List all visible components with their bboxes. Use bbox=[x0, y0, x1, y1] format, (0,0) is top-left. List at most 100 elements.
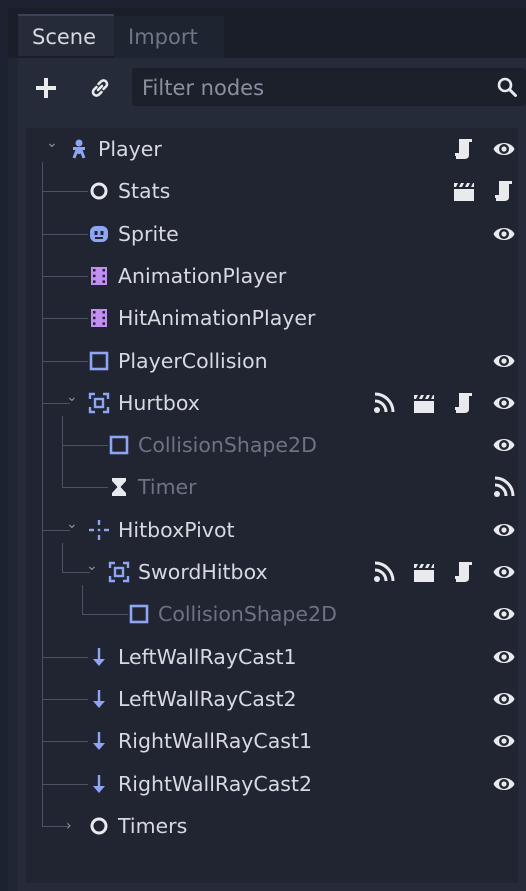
animation-player-icon bbox=[88, 307, 110, 329]
tree-row-rightwallraycast2[interactable]: RightWallRayCast2 bbox=[26, 763, 516, 805]
visibility-eye-icon[interactable] bbox=[492, 137, 516, 161]
dock-menu-icon[interactable]: ⋮ bbox=[518, 22, 526, 44]
tree-row-stats[interactable]: Stats bbox=[26, 170, 516, 212]
tree-row-timer[interactable]: Timer bbox=[26, 466, 516, 508]
area2d-icon bbox=[88, 392, 110, 414]
tree-guide-line bbox=[42, 656, 88, 658]
tree-guide-line bbox=[42, 360, 88, 362]
raycast-arrow-icon bbox=[88, 730, 110, 752]
tree-guide-line bbox=[42, 191, 88, 193]
visibility-eye-icon[interactable] bbox=[492, 602, 516, 626]
tree-guide-line bbox=[82, 614, 128, 616]
tree-row-swordhitbox[interactable]: ⌄ SwordHitbox bbox=[26, 551, 516, 593]
collapse-arrow-icon[interactable]: ⌄ bbox=[66, 388, 80, 406]
search-icon bbox=[497, 77, 517, 97]
node-label: Player bbox=[98, 137, 162, 161]
visibility-eye-icon[interactable] bbox=[492, 518, 516, 542]
expand-arrow-icon[interactable]: › bbox=[66, 817, 80, 835]
link-icon bbox=[91, 79, 109, 97]
collapse-arrow-icon[interactable]: ⌄ bbox=[66, 515, 80, 533]
collision-shape-icon bbox=[108, 434, 130, 456]
tree-guide-line bbox=[62, 416, 63, 489]
tree-row-leftwallraycast1[interactable]: LeftWallRayCast1 bbox=[26, 636, 516, 678]
tree-guide-line bbox=[42, 233, 88, 235]
tree-row-rightwallraycast1[interactable]: RightWallRayCast1 bbox=[26, 720, 516, 762]
scene-toolbar bbox=[18, 58, 526, 118]
collapse-arrow-icon[interactable]: ⌄ bbox=[46, 134, 60, 152]
collision-shape-icon bbox=[128, 603, 150, 625]
tree-row-animationplayer[interactable]: AnimationPlayer bbox=[26, 255, 516, 297]
visibility-eye-icon[interactable] bbox=[492, 433, 516, 457]
tree-guide-line bbox=[62, 543, 63, 573]
tree-guide-line bbox=[42, 741, 88, 743]
scene-dock: Scene Import ⋮ bbox=[8, 8, 526, 891]
tree-row-playercollision[interactable]: PlayerCollision bbox=[26, 340, 516, 382]
instance-clapper-icon[interactable] bbox=[452, 179, 476, 203]
plus-icon bbox=[36, 78, 56, 98]
instance-child-scene-button[interactable] bbox=[82, 70, 118, 106]
add-node-button[interactable] bbox=[28, 70, 64, 106]
signal-icon[interactable] bbox=[372, 391, 396, 415]
tree-guide-line bbox=[42, 318, 88, 320]
node-label: Timer bbox=[138, 475, 197, 500]
node-label: CollisionShape2D bbox=[138, 433, 317, 458]
tree-row-timers[interactable]: › Timers bbox=[26, 805, 516, 847]
instance-clapper-icon[interactable] bbox=[412, 391, 436, 415]
collision-shape-icon bbox=[88, 350, 110, 372]
tree-guide-line bbox=[42, 783, 88, 785]
signal-icon[interactable] bbox=[492, 475, 516, 499]
node-circle-icon bbox=[88, 815, 110, 837]
node-label: Stats bbox=[118, 179, 171, 204]
visibility-eye-icon[interactable] bbox=[492, 349, 516, 373]
script-icon[interactable] bbox=[452, 137, 476, 161]
visibility-eye-icon[interactable] bbox=[492, 729, 516, 753]
tree-row-hitanimationplayer[interactable]: HitAnimationPlayer bbox=[26, 297, 516, 339]
node-label: SwordHitbox bbox=[138, 560, 268, 584]
scene-tree-list: ⌄ Player Stats Sprite AnimationPlayer HitAnim… bbox=[26, 128, 518, 883]
node-label: Hurtbox bbox=[118, 390, 200, 415]
visibility-eye-icon[interactable] bbox=[492, 391, 516, 415]
node-circle-icon bbox=[88, 180, 110, 202]
timer-hourglass-icon bbox=[108, 476, 130, 498]
visibility-eye-icon[interactable] bbox=[492, 560, 516, 584]
tree-row-leftwallraycast2[interactable]: LeftWallRayCast2 bbox=[26, 678, 516, 720]
node-label: LeftWallRayCast1 bbox=[118, 644, 297, 669]
script-icon[interactable] bbox=[452, 560, 476, 584]
tree-row-sprite[interactable]: Sprite bbox=[26, 213, 516, 255]
tree-row-collisionshape2d[interactable]: CollisionShape2D bbox=[26, 593, 516, 635]
tab-scene[interactable]: Scene bbox=[18, 14, 114, 56]
visibility-eye-icon[interactable] bbox=[492, 772, 516, 796]
instance-clapper-icon[interactable] bbox=[412, 560, 436, 584]
tree-row-hurtbox[interactable]: ⌄ Hurtbox bbox=[26, 382, 516, 424]
tab-import[interactable]: Import bbox=[114, 16, 224, 58]
raycast-arrow-icon bbox=[88, 773, 110, 795]
node-label: Timers bbox=[118, 813, 188, 838]
tree-guide-line bbox=[62, 487, 108, 489]
node-label: Sprite bbox=[118, 221, 179, 246]
node-label: CollisionShape2D bbox=[158, 602, 337, 627]
position2d-icon bbox=[88, 519, 110, 541]
script-icon[interactable] bbox=[492, 179, 516, 203]
tree-guide-line bbox=[42, 698, 88, 700]
signal-icon[interactable] bbox=[372, 560, 396, 584]
tree-row-hitboxpivot[interactable]: ⌄ HitboxPivot bbox=[26, 509, 516, 551]
script-icon[interactable] bbox=[452, 391, 476, 415]
area2d-icon bbox=[108, 561, 130, 583]
tree-guide-line bbox=[42, 275, 88, 277]
visibility-eye-icon[interactable] bbox=[492, 687, 516, 711]
visibility-eye-icon[interactable] bbox=[492, 222, 516, 246]
node-label: AnimationPlayer bbox=[118, 263, 287, 288]
node-label: RightWallRayCast1 bbox=[118, 729, 313, 754]
node-label: LeftWallRayCast2 bbox=[118, 686, 297, 711]
tab-bar: Scene Import ⋮ bbox=[8, 8, 526, 58]
scene-tree: ⌄ Player Stats Sprite AnimationPlayer HitAnim… bbox=[18, 118, 526, 891]
collapse-arrow-icon[interactable]: ⌄ bbox=[86, 557, 100, 575]
visibility-eye-icon[interactable] bbox=[492, 645, 516, 669]
player-node-icon bbox=[68, 138, 90, 160]
node-label: HitboxPivot bbox=[118, 517, 235, 542]
tree-row-collisionshape2d[interactable]: CollisionShape2D bbox=[26, 424, 516, 466]
raycast-arrow-icon bbox=[88, 646, 110, 668]
filter-nodes-input[interactable] bbox=[132, 68, 494, 108]
tree-row-player[interactable]: ⌄ Player bbox=[26, 128, 516, 170]
node-label: HitAnimationPlayer bbox=[118, 306, 316, 331]
